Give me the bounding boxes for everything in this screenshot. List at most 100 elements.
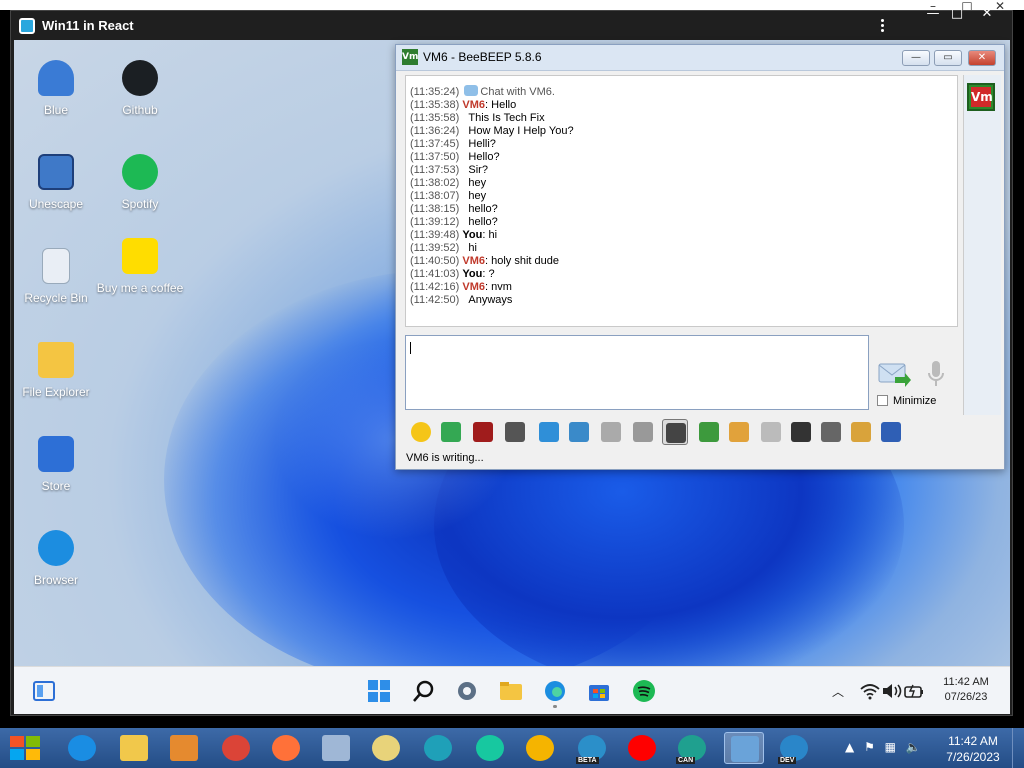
firefox-taskbar-icon[interactable] bbox=[266, 732, 306, 764]
action-center-flag-icon[interactable]: ⚑ bbox=[864, 740, 875, 754]
spotify-icon[interactable] bbox=[632, 679, 656, 703]
save-icon[interactable] bbox=[878, 419, 904, 445]
desktop-icon-unescape[interactable]: Unescape bbox=[14, 154, 100, 212]
tray-expand-icon[interactable]: ▲ bbox=[845, 740, 854, 754]
message-timestamp: (11:38:07) bbox=[410, 190, 460, 202]
minimize-checkbox-row[interactable]: Minimize bbox=[877, 395, 936, 407]
desktop-icon-label: Buy me a coffee bbox=[96, 281, 184, 295]
show-desktop-button[interactable] bbox=[1012, 728, 1024, 768]
wifi-icon[interactable] bbox=[858, 679, 882, 703]
widgets-icon[interactable] bbox=[32, 679, 56, 703]
desktop-icon-spotify[interactable]: Spotify bbox=[96, 154, 184, 212]
app-close-button[interactable]: ✕ bbox=[972, 4, 1002, 24]
chat-message: (11:38:07) hey bbox=[410, 190, 957, 203]
remote-desktop-taskbar-icon[interactable] bbox=[316, 732, 356, 764]
message-text: hello? bbox=[468, 216, 498, 228]
message-text: : Hello bbox=[485, 99, 517, 111]
chat-message: (11:35:24) Chat with VM6. bbox=[410, 85, 957, 99]
edge-taskbar-icon[interactable] bbox=[418, 732, 458, 764]
send-file-icon[interactable] bbox=[726, 419, 752, 445]
virtual-machine-taskbar-icon[interactable] bbox=[724, 732, 764, 764]
chat-message: (11:38:02) hey bbox=[410, 177, 957, 190]
message-timestamp: (11:37:45) bbox=[410, 138, 460, 150]
filter-icon[interactable] bbox=[536, 419, 562, 445]
message-timestamp: (11:35:38) bbox=[410, 99, 460, 111]
desktop-icon-label: File Explorer bbox=[22, 385, 90, 399]
chat-history[interactable]: (11:35:24) Chat with VM6. (11:35:38) VM6:… bbox=[405, 75, 958, 327]
desktop-icon-buy-me-a-coffee[interactable]: Buy me a coffee bbox=[96, 238, 184, 296]
send-message-button[interactable] bbox=[877, 361, 911, 387]
desktop-icon-store[interactable]: Store bbox=[14, 436, 100, 494]
volume-muted-icon[interactable]: 🔈 bbox=[906, 740, 921, 754]
vm6-avatar-label: Vm bbox=[971, 87, 993, 107]
edge-beta-taskbar-icon[interactable]: BETA bbox=[572, 732, 612, 764]
message-input[interactable] bbox=[405, 335, 869, 410]
note-icon[interactable] bbox=[662, 419, 688, 445]
store-icon bbox=[38, 436, 74, 472]
desktop-icon-github[interactable]: Github bbox=[96, 60, 184, 118]
chat-bubble-icon bbox=[464, 85, 479, 96]
tray-chevron-up-icon[interactable]: ︿ bbox=[832, 683, 844, 700]
chat-message: (11:42:16) VM6: nvm bbox=[410, 281, 957, 294]
store-icon[interactable] bbox=[587, 679, 611, 703]
chrome-canary-taskbar-icon[interactable] bbox=[520, 732, 560, 764]
typing-status: VM6 is writing... bbox=[406, 452, 484, 464]
opera-gx-taskbar-icon[interactable] bbox=[470, 732, 510, 764]
chrome-taskbar-icon[interactable] bbox=[216, 732, 256, 764]
inner-clock[interactable]: 11:42 AM 07/26/23 bbox=[931, 675, 1001, 705]
folder-taskbar-icon[interactable] bbox=[114, 732, 154, 764]
app-badge: DEV bbox=[778, 757, 797, 764]
settings-gear-icon[interactable] bbox=[455, 679, 479, 703]
desktop-icon-browser[interactable]: Browser bbox=[14, 530, 100, 588]
more-options-icon[interactable] bbox=[881, 19, 885, 34]
color-palette-icon[interactable] bbox=[502, 419, 528, 445]
host-clock[interactable]: 11:42 AM 7/26/2023 bbox=[938, 733, 1008, 765]
beebeep-titlebar[interactable]: Vm VM6 - BeeBEEP 5.8.6 — ▭ ✕ bbox=[396, 45, 1004, 71]
chat-message: (11:39:52) hi bbox=[410, 242, 957, 255]
desktop-icon-file-explorer[interactable]: File Explorer bbox=[14, 342, 100, 400]
edge-dev-taskbar-icon[interactable]: DEV bbox=[774, 732, 814, 764]
html-icon[interactable] bbox=[758, 419, 784, 445]
beebeep-maximize-button[interactable]: ▭ bbox=[934, 50, 962, 66]
message-sender: You bbox=[462, 268, 483, 280]
minimize-checkbox[interactable] bbox=[877, 395, 888, 406]
message-timestamp: (11:39:52) bbox=[410, 242, 460, 254]
network-icon[interactable]: ▦ bbox=[885, 740, 896, 754]
message-icon[interactable] bbox=[438, 419, 464, 445]
desktop-icon-blue[interactable]: Blue bbox=[14, 60, 100, 118]
beebeep-close-button[interactable]: ✕ bbox=[968, 50, 996, 66]
search-icon[interactable] bbox=[412, 679, 436, 703]
emoticon-icon[interactable] bbox=[408, 419, 434, 445]
message-sender: VM6 bbox=[462, 99, 486, 111]
spellcheck-icon[interactable] bbox=[598, 419, 624, 445]
edge-browser-icon[interactable] bbox=[543, 679, 567, 703]
media-player-taskbar-icon[interactable] bbox=[164, 732, 204, 764]
message-text: hello? bbox=[468, 203, 498, 215]
message-timestamp: (11:35:58) bbox=[410, 112, 460, 124]
start-icon[interactable] bbox=[367, 679, 391, 703]
message-timestamp: (11:38:15) bbox=[410, 203, 460, 215]
beebeep-taskbar-icon[interactable] bbox=[366, 732, 406, 764]
file-explorer-icon[interactable] bbox=[499, 679, 523, 703]
battery-icon[interactable] bbox=[902, 679, 926, 703]
beebeep-minimize-button[interactable]: — bbox=[902, 50, 930, 66]
volume-icon[interactable] bbox=[880, 679, 904, 703]
dictionary-icon[interactable] bbox=[630, 419, 656, 445]
microphone-icon[interactable] bbox=[925, 359, 947, 389]
screenshot-icon[interactable] bbox=[818, 419, 844, 445]
desktop-icon-recycle-bin[interactable]: Recycle Bin bbox=[14, 248, 100, 306]
font-icon[interactable] bbox=[470, 419, 496, 445]
beebeep-window-title: VM6 - BeeBEEP 5.8.6 bbox=[423, 50, 542, 64]
webcam-icon[interactable] bbox=[788, 419, 814, 445]
user-icon bbox=[38, 60, 74, 96]
edit-icon[interactable] bbox=[848, 419, 874, 445]
settings-icon[interactable] bbox=[566, 419, 592, 445]
windows-start-icon[interactable] bbox=[6, 732, 44, 764]
chat-message: (11:38:15) hello? bbox=[410, 203, 957, 216]
app-maximize-button[interactable]: □ bbox=[942, 4, 972, 24]
edge-canary-taskbar-icon[interactable]: CAN bbox=[672, 732, 712, 764]
youtube-taskbar-icon[interactable] bbox=[622, 732, 662, 764]
export-icon[interactable] bbox=[696, 419, 722, 445]
ie-taskbar-icon[interactable] bbox=[62, 732, 102, 764]
vm6-avatar[interactable]: Vm bbox=[967, 83, 995, 111]
